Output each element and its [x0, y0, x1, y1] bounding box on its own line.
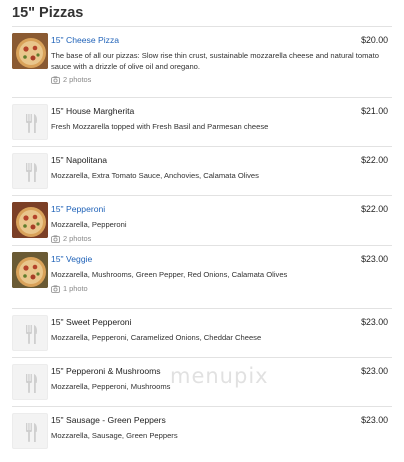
- item-description: Fresh Mozzarella topped with Fresh Basil…: [51, 122, 269, 131]
- menu-item[interactable]: 15" Pepperoni $22.00 Mozzarella, Pepperoni…: [12, 195, 392, 245]
- item-description: Mozzarella, Extra Tomato Sauce, Anchovie…: [51, 171, 259, 180]
- menu-item[interactable]: 15" Veggie $23.00 Mozzarella, Mushrooms, G…: [12, 245, 392, 308]
- item-description: Mozzarella, Pepperoni: [51, 220, 127, 229]
- item-image-placeholder: [12, 413, 48, 449]
- item-name-link[interactable]: 15" Pepperoni: [51, 203, 105, 215]
- item-description: Mozzarella, Pepperoni, Caramelized Onion…: [51, 333, 262, 342]
- item-price: $20.00: [361, 35, 388, 45]
- item-header: 15" Cheese Pizza $20.00: [51, 33, 388, 46]
- item-price: $23.00: [361, 317, 388, 327]
- item-name-link[interactable]: 15" Cheese Pizza: [51, 34, 119, 46]
- item-header: 15" Pepperoni & Mushrooms $23.00: [51, 364, 388, 377]
- item-name: 15" Pepperoni & Mushrooms: [51, 366, 161, 376]
- item-photo[interactable]: [12, 252, 48, 288]
- item-content: 15" Napolitana $22.00 Mozzarella, Extra To…: [51, 153, 392, 195]
- photo-count-link[interactable]: 2 photos: [51, 234, 388, 244]
- item-header: 15" Veggie $23.00: [51, 252, 388, 265]
- item-name: 15" House Margherita: [51, 106, 135, 116]
- menu-item[interactable]: 15" Sausage - Green Peppers $23.00 Mozzare…: [12, 406, 392, 451]
- camera-icon: [51, 76, 60, 84]
- item-content: 15" Cheese Pizza $20.00 The base of all ou…: [51, 33, 392, 97]
- item-content: 15" House Margherita $21.00 Fresh Mozzarel…: [51, 104, 392, 146]
- menu-item[interactable]: 15" House Margherita $21.00 Fresh Mozzarel…: [12, 97, 392, 146]
- photo-count-link[interactable]: 2 photos: [51, 75, 388, 85]
- item-header: 15" Pepperoni $22.00: [51, 202, 388, 215]
- item-image-placeholder: [12, 153, 48, 189]
- fork-knife-icon: [26, 163, 38, 182]
- menu-page: 15" Pizzas 15" Cheese Pizza $20.00 The bas…: [0, 4, 404, 451]
- item-photo[interactable]: [12, 33, 48, 69]
- section-title: 15" Pizzas: [12, 5, 84, 21]
- fork-knife-icon: [26, 423, 38, 442]
- item-description: Mozzarella, Mushrooms, Green Pepper, Red…: [51, 270, 288, 279]
- item-header: 15" Sausage - Green Peppers $23.00: [51, 413, 388, 426]
- menu-item[interactable]: 15" Pepperoni & Mushrooms $23.00 Mozzarell…: [12, 357, 392, 406]
- item-header: 15" Napolitana $22.00: [51, 153, 388, 166]
- fork-knife-icon: [26, 325, 38, 344]
- item-image-placeholder: [12, 315, 48, 351]
- item-price: $21.00: [361, 106, 388, 116]
- menu-item[interactable]: 15" Sweet Pepperoni $23.00 Mozzarella, Pep…: [12, 308, 392, 357]
- photo-count-label: 1 photo: [63, 283, 88, 293]
- menu-item[interactable]: 15" Cheese Pizza $20.00 The base of all ou…: [12, 26, 392, 97]
- photo-count-label: 2 photos: [63, 75, 92, 84]
- menu-item-list: 15" Cheese Pizza $20.00 The base of all ou…: [12, 26, 392, 451]
- camera-icon: [51, 284, 60, 293]
- item-name: 15" Sweet Pepperoni: [51, 317, 132, 327]
- item-image-placeholder: [12, 364, 48, 400]
- item-content: 15" Sweet Pepperoni $23.00 Mozzarella, Pep…: [51, 315, 392, 357]
- item-description: Mozzarella, Sausage, Green Peppers: [51, 431, 178, 440]
- menu-item[interactable]: 15" Napolitana $22.00 Mozzarella, Extra To…: [12, 146, 392, 195]
- photo-count-label: 2 photos: [63, 233, 92, 243]
- item-header: 15" House Margherita $21.00: [51, 104, 388, 117]
- fork-knife-icon: [26, 114, 38, 133]
- pizza-photo[interactable]: [12, 252, 48, 288]
- item-name: 15" Napolitana: [51, 155, 108, 165]
- item-description: Mozzarella, Pepperoni, Mushrooms: [51, 382, 171, 391]
- photo-count-link[interactable]: 1 photo: [51, 284, 388, 294]
- item-content: 15" Pepperoni $22.00 Mozzarella, Pepperoni…: [51, 202, 392, 245]
- item-photo[interactable]: [12, 202, 48, 238]
- pizza-photo[interactable]: [12, 33, 48, 69]
- item-price: $23.00: [361, 254, 388, 264]
- item-header: 15" Sweet Pepperoni $23.00: [51, 315, 388, 328]
- item-price: $22.00: [361, 155, 388, 165]
- item-content: 15" Veggie $23.00 Mozzarella, Mushrooms, G…: [51, 252, 392, 308]
- item-name: 15" Sausage - Green Peppers: [51, 415, 166, 425]
- item-price: $23.00: [361, 366, 388, 376]
- item-price: $23.00: [361, 415, 388, 425]
- item-content: 15" Pepperoni & Mushrooms $23.00 Mozzarell…: [51, 364, 392, 406]
- pizza-photo[interactable]: [12, 202, 48, 238]
- item-description: The base of all our pizzas: Slow rise th…: [51, 51, 379, 71]
- item-price: $22.00: [361, 204, 388, 214]
- item-image-placeholder: [12, 104, 48, 140]
- item-content: 15" Sausage - Green Peppers $23.00 Mozzare…: [51, 413, 392, 451]
- item-name-link[interactable]: 15" Veggie: [51, 253, 92, 265]
- camera-icon: [51, 234, 60, 243]
- fork-knife-icon: [26, 374, 38, 393]
